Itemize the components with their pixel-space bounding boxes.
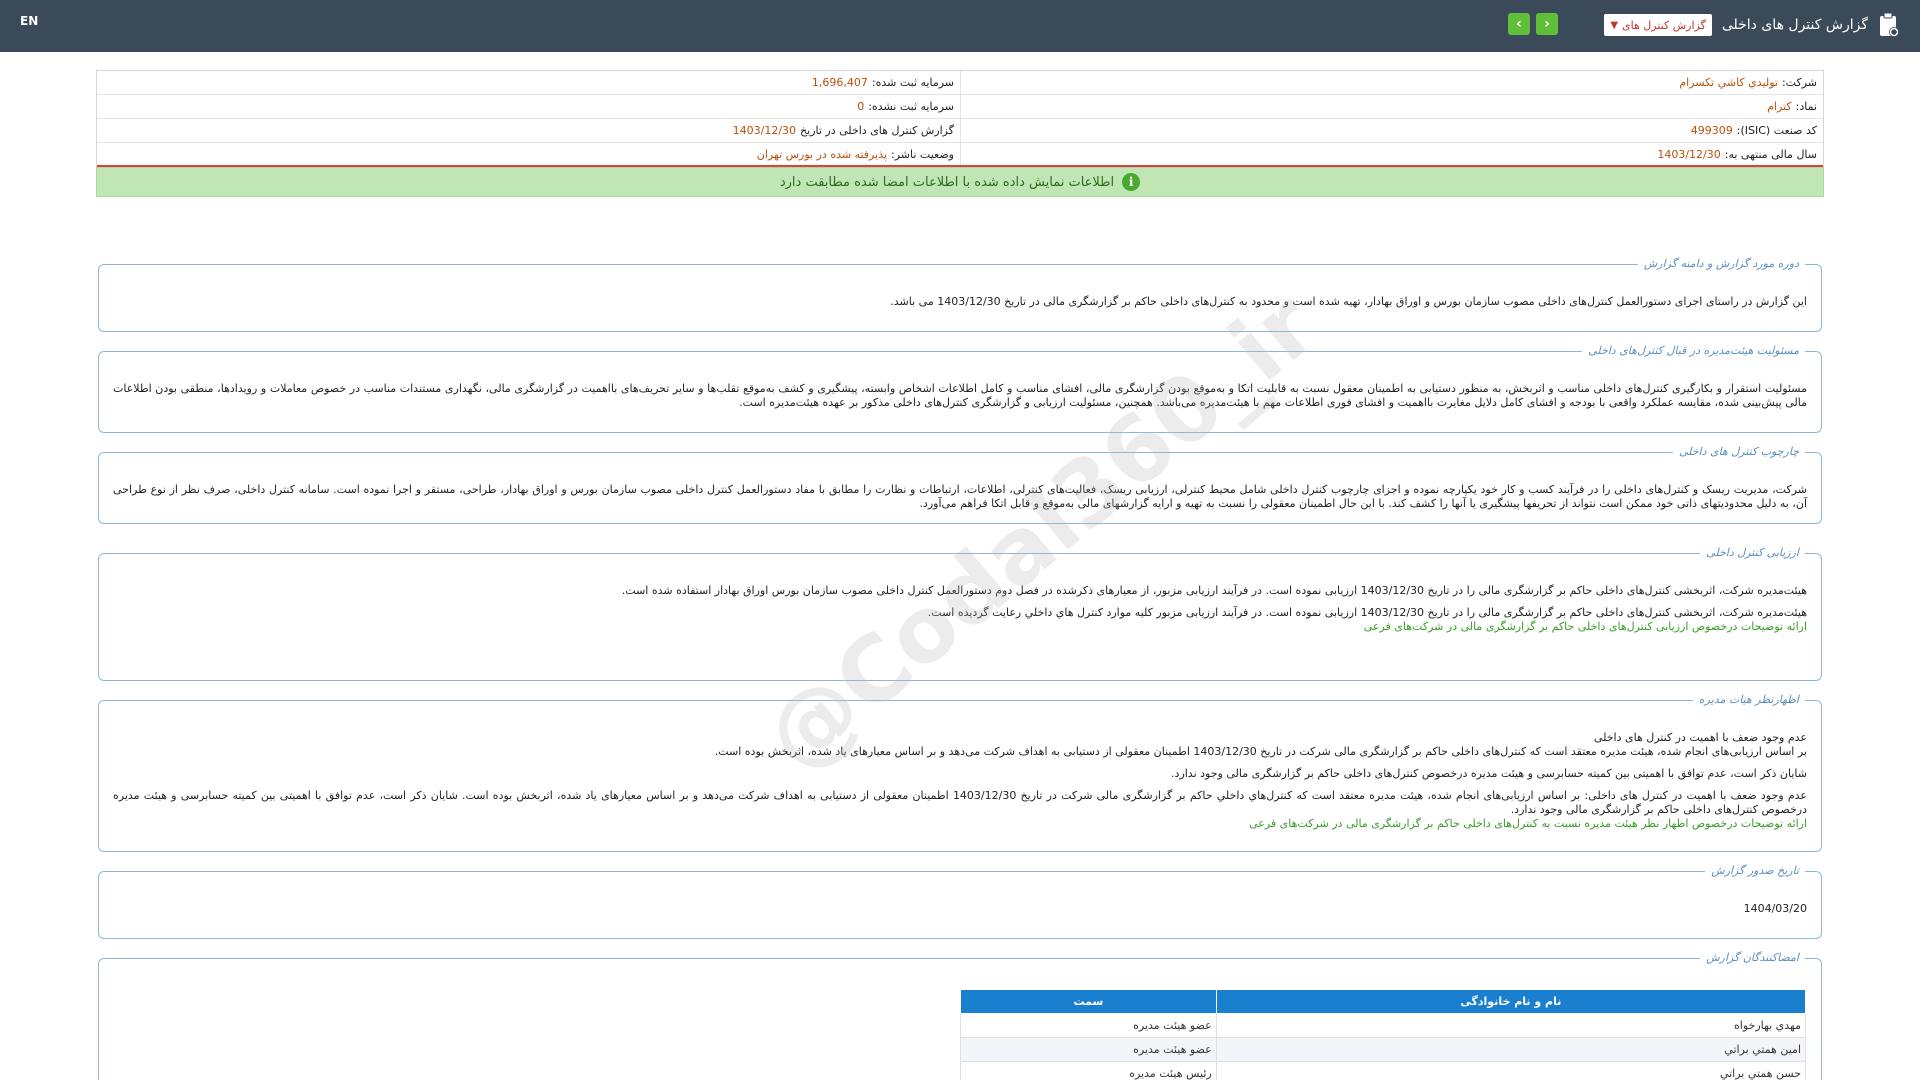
signer-position: رئیس هیئت مدیره	[960, 1061, 1217, 1080]
fiscal-value: 1403/12/30	[1657, 147, 1721, 161]
report-type-select[interactable]: گزارش کنترل های ▼	[1604, 14, 1712, 36]
issue-date-section: تاریخ صدور گزارش 1404/03/20	[98, 864, 1822, 939]
title-area: گزارش کنترل های داخلی گزارش کنترل های ▼	[1604, 12, 1900, 38]
issue-date-value: 1404/03/20	[1743, 902, 1807, 915]
prev-button[interactable]: ‹	[1508, 13, 1530, 35]
symbol-value[interactable]: کترام	[1767, 100, 1792, 113]
col-name-header: نام و نام خانوادگی	[1215, 989, 1807, 1014]
company-label: شرکت:	[1781, 76, 1817, 89]
info-row: نماد: کترام سرمایه ثبت نشده: 0	[97, 95, 1823, 119]
fiscal-label: سال مالی منتهی به:	[1724, 147, 1817, 161]
capital-unreg-cell: سرمایه ثبت نشده: 0	[97, 95, 960, 118]
board-text: مسئولیت استقرار و بکارگیری کنترل‌های داخ…	[113, 382, 1807, 409]
isic-label: کد صنعت (ISIC):	[1736, 124, 1817, 137]
status-value: پذیرفته شده در بورس تهران	[756, 147, 888, 161]
signer-position: عضو هیئت مدیره	[960, 1037, 1217, 1062]
capital-reg-value: 1,696,407	[811, 76, 868, 89]
opinion-p1: عدم وجود ضعف با اهمیت در کنترل های داخلی	[1593, 731, 1807, 744]
signer-name: مهدي بهارخواه	[1215, 1013, 1807, 1038]
report-date-value: 1403/12/30	[732, 124, 797, 137]
capital-reg-label: سرمایه ثبت شده:	[871, 76, 954, 89]
notice-text: اطلاعات نمایش داده شده با اطلاعات امضا ش…	[779, 174, 1115, 190]
match-notice: i اطلاعات نمایش داده شده با اطلاعات امضا…	[96, 167, 1824, 197]
period-legend: دوره مورد گزارش و دامنه گزارش	[1637, 257, 1805, 270]
top-bar: EN ‹ › گزارش کنترل های داخلی گزارش کنترل…	[0, 0, 1920, 52]
clipboard-icon	[1878, 12, 1900, 38]
report-date-cell: گزارش کنترل های داخلی در تاریخ 1403/12/3…	[97, 119, 960, 142]
page-title: گزارش کنترل های داخلی	[1721, 17, 1868, 33]
opinion-section: اظهارنظر هیات مدیره عدم وجود ضعف با اهمی…	[98, 693, 1822, 852]
capital-reg-cell: سرمایه ثبت شده: 1,696,407	[97, 71, 960, 94]
next-button[interactable]: ›	[1536, 13, 1558, 35]
opinion-p3: شایان ذکر است، عدم توافق با اهمیتی بین ک…	[1171, 767, 1807, 780]
language-toggle[interactable]: EN	[20, 14, 38, 28]
period-section: دوره مورد گزارش و دامنه گزارش این گزارش …	[98, 257, 1822, 332]
chevron-left-icon: ‹	[1516, 16, 1522, 32]
col-position-header: سمت	[960, 989, 1217, 1014]
status-cell: وضعیت ناشر: پذیرفته شده در بورس تهران	[97, 143, 960, 165]
isic-value: 499309	[1690, 124, 1733, 137]
board-legend: مسئولیت هیئت‌مدیره در قبال کنترل‌های داخ…	[1582, 344, 1805, 357]
capital-unreg-value: 0	[857, 100, 865, 113]
symbol-cell: نماد: کترام	[960, 95, 1823, 118]
info-row: کد صنعت (ISIC): 499309 گزارش کنترل های د…	[97, 119, 1823, 143]
table-row: امین همتي براتي عضو هیئت مدیره	[960, 1037, 1807, 1062]
info-row: شرکت: توليدي كاشي تكسرام سرمایه ثبت شده:…	[97, 71, 1823, 95]
opinion-p4: عدم وجود ضعف با اهمیت در کنترل های داخلی…	[113, 789, 1807, 816]
framework-section: چارچوب کنترل های داخلی شرکت، مدیریت ریسک…	[98, 445, 1822, 524]
symbol-label: نماد:	[1795, 100, 1817, 113]
fiscal-cell: سال مالی منتهی به: 1403/12/30	[960, 143, 1823, 165]
status-label: وضعیت ناشر:	[891, 147, 954, 161]
info-icon: i	[1122, 173, 1141, 191]
table-row: مهدي بهارخواه عضو هیئت مدیره	[960, 1013, 1807, 1038]
company-cell: شرکت: توليدي كاشي تكسرام	[960, 71, 1823, 94]
assessment-section: ارزیابی کنترل داخلی هیئت‌مدیره شرکت، اثر…	[98, 546, 1822, 681]
assessment-legend: ارزیابی کنترل داخلی	[1700, 546, 1805, 559]
period-text: این گزارش در راستای اجرای دستورالعمل کنت…	[890, 295, 1807, 308]
nav-buttons: ‹ ›	[1508, 13, 1558, 35]
signers-legend: امضاکنندگان گزارش	[1700, 951, 1805, 964]
issue-date-legend: تاریخ صدور گزارش	[1705, 864, 1805, 877]
opinion-subsidiary-link[interactable]: ارائه توضیحات درخصوص اظهار نظر هیئت مدیر…	[113, 817, 1807, 831]
company-value[interactable]: توليدي كاشي تكسرام	[1679, 76, 1778, 89]
framework-text: شرکت، مدیریت ریسک و کنترل‌های داخلی را د…	[113, 483, 1807, 510]
assessment-p2: هیئت‌مدیره شرکت، اثربخشی کنترل‌های داخلی…	[927, 606, 1807, 619]
table-row: حسن همتي براتي رئیس هیئت مدیره	[960, 1061, 1807, 1080]
opinion-p2: بر اساس ارزیابی‌های انجام شده، هیئت مدیر…	[714, 745, 1807, 758]
signer-position: عضو هیئت مدیره	[960, 1013, 1217, 1038]
report-type-value: گزارش کنترل های	[1622, 18, 1706, 32]
capital-unreg-label: سرمایه ثبت نشده:	[868, 100, 954, 113]
chevron-down-icon: ▼	[1610, 19, 1619, 31]
report-date-label: گزارش کنترل های داخلی در تاریخ	[800, 124, 954, 137]
signer-name: امین همتي براتي	[1215, 1037, 1807, 1062]
chevron-right-icon: ›	[1544, 16, 1550, 32]
info-row: سال مالی منتهی به: 1403/12/30 وضعیت ناشر…	[97, 143, 1823, 167]
board-section: مسئولیت هیئت‌مدیره در قبال کنترل‌های داخ…	[98, 344, 1822, 433]
company-info-table: شرکت: توليدي كاشي تكسرام سرمایه ثبت شده:…	[96, 70, 1824, 168]
assessment-subsidiary-link[interactable]: ارائه توضیحات درخصوص ارزیابی کنترل‌های د…	[113, 620, 1807, 634]
assessment-p1: هیئت‌مدیره شرکت، اثربخشی کنترل‌های داخلی…	[621, 584, 1807, 597]
framework-legend: چارچوب کنترل های داخلی	[1672, 445, 1805, 458]
signers-table: نام و نام خانوادگی سمت مهدي بهارخواه عضو…	[960, 989, 1807, 1080]
signer-name: حسن همتي براتي	[1215, 1061, 1807, 1080]
table-header-row: نام و نام خانوادگی سمت	[960, 989, 1807, 1014]
isic-cell: کد صنعت (ISIC): 499309	[960, 119, 1823, 142]
opinion-legend: اظهارنظر هیات مدیره	[1692, 693, 1805, 706]
